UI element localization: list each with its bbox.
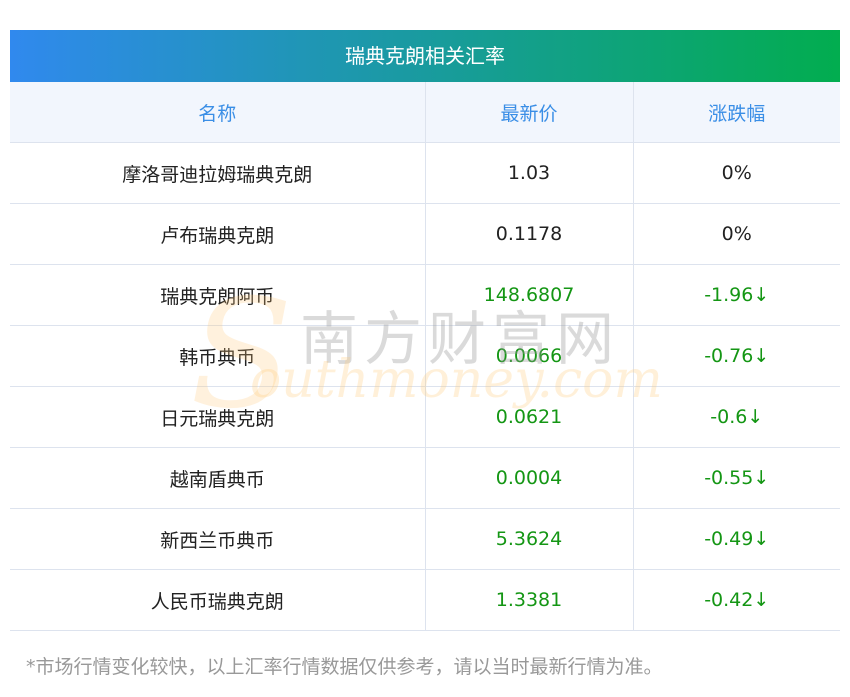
table-row[interactable]: 瑞典克朗阿币 148.6807 -1.96↓ (10, 264, 840, 326)
change-percent: 0% (632, 142, 840, 204)
currency-pair-name[interactable]: 人民币瑞典克朗 (10, 569, 426, 631)
latest-price: 5.3624 (424, 508, 634, 570)
latest-price: 0.1178 (424, 203, 634, 265)
latest-price: 0.0621 (424, 386, 634, 448)
table-row[interactable]: 摩洛哥迪拉姆瑞典克朗 1.03 0% (10, 142, 840, 204)
table-row[interactable]: 韩币典币 0.0066 -0.76↓ (10, 325, 840, 387)
currency-pair-name[interactable]: 新西兰币典币 (10, 508, 426, 570)
currency-pair-name[interactable]: 韩币典币 (10, 325, 426, 387)
currency-pair-name[interactable]: 瑞典克朗阿币 (10, 264, 426, 326)
disclaimer-note: *市场行情变化较快，以上汇率行情数据仅供参考，请以当时最新行情为准。 (26, 656, 663, 678)
change-percent: -0.42↓ (632, 569, 840, 631)
latest-price: 1.03 (424, 142, 634, 204)
change-percent: -0.49↓ (632, 508, 840, 570)
table-header-row: 名称 最新价 涨跌幅 (10, 82, 840, 143)
change-percent: -0.6↓ (632, 386, 840, 448)
change-percent: -1.96↓ (632, 264, 840, 326)
table-row[interactable]: 人民币瑞典克朗 1.3381 -0.42↓ (10, 569, 840, 631)
currency-pair-name[interactable]: 日元瑞典克朗 (10, 386, 426, 448)
currency-pair-name[interactable]: 卢布瑞典克朗 (10, 203, 426, 265)
change-percent: -0.76↓ (632, 325, 840, 387)
currency-pair-name[interactable]: 越南盾典币 (10, 447, 426, 509)
latest-price: 148.6807 (424, 264, 634, 326)
column-header-name: 名称 (10, 82, 426, 143)
column-header-price: 最新价 (424, 82, 634, 143)
change-percent: -0.55↓ (632, 447, 840, 509)
latest-price: 1.3381 (424, 569, 634, 631)
table-row[interactable]: 越南盾典币 0.0004 -0.55↓ (10, 447, 840, 509)
latest-price: 0.0066 (424, 325, 634, 387)
table-title: 瑞典克朗相关汇率 (10, 30, 840, 82)
currency-pair-name[interactable]: 摩洛哥迪拉姆瑞典克朗 (10, 142, 426, 204)
latest-price: 0.0004 (424, 447, 634, 509)
table-row[interactable]: 卢布瑞典克朗 0.1178 0% (10, 203, 840, 265)
table-row[interactable]: 新西兰币典币 5.3624 -0.49↓ (10, 508, 840, 570)
column-header-change: 涨跌幅 (632, 82, 840, 143)
table-row[interactable]: 日元瑞典克朗 0.0621 -0.6↓ (10, 386, 840, 448)
change-percent: 0% (632, 203, 840, 265)
exchange-rate-table: 名称 最新价 涨跌幅 摩洛哥迪拉姆瑞典克朗 1.03 0% 卢布瑞典克朗 0.11… (10, 82, 840, 631)
